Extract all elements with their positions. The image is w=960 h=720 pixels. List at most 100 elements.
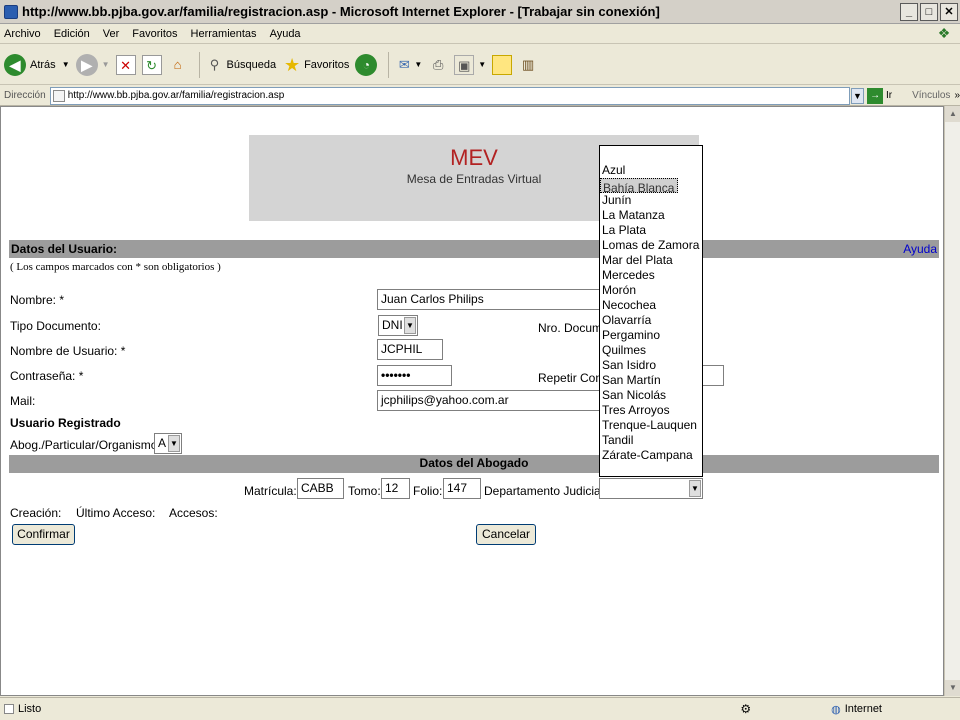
dropdown-option[interactable]: San Isidro bbox=[600, 358, 702, 373]
dropdown-option[interactable]: Bahía Blanca bbox=[600, 178, 679, 195]
folio-input[interactable]: 147 bbox=[443, 478, 481, 499]
status-text: Listo bbox=[18, 703, 42, 715]
required-note: ( Los campos marcados con * son obligato… bbox=[10, 261, 221, 273]
forward-arrow-icon: ▶ bbox=[75, 53, 98, 76]
menu-ver[interactable]: Ver bbox=[103, 28, 120, 40]
links-label[interactable]: Vínculos bbox=[912, 90, 950, 101]
vertical-scrollbar[interactable]: ▲ ▼ bbox=[944, 106, 960, 696]
menu-favoritos[interactable]: Favoritos bbox=[132, 28, 177, 40]
star-icon: ★ bbox=[284, 54, 301, 75]
edit-icon: ▣ bbox=[454, 54, 475, 75]
windows-logo-icon: ❖ bbox=[937, 25, 951, 41]
abog-label: Abog./Particular/Organismo: bbox=[10, 438, 161, 452]
dropdown-option[interactable]: San Nicolás bbox=[600, 388, 702, 403]
address-url: http://www.bb.pjba.gov.ar/familia/regist… bbox=[67, 90, 285, 101]
depto-judicial-label: Departamento Judicial: bbox=[484, 484, 607, 498]
dropdown-option[interactable]: San Martín bbox=[600, 373, 702, 388]
abog-select[interactable]: A ▼ bbox=[154, 433, 182, 454]
folio-label: Folio: bbox=[413, 484, 443, 498]
menu-archivo[interactable]: Archivo bbox=[4, 28, 41, 40]
minimize-button[interactable]: _ bbox=[900, 2, 918, 21]
back-button[interactable]: ◀ Atrás ▼ bbox=[4, 53, 70, 76]
usuario-input[interactable]: JCPHIL bbox=[377, 339, 443, 360]
close-button[interactable]: ✕ bbox=[940, 2, 958, 21]
edit-button[interactable]: ▣ ▼ bbox=[454, 54, 487, 75]
nombre-input[interactable]: Juan Carlos Philips bbox=[377, 289, 605, 310]
chevron-down-icon: ▼ bbox=[414, 60, 423, 69]
repeat-password-input[interactable] bbox=[701, 365, 724, 386]
dropdown-option[interactable]: Mar del Plata bbox=[600, 253, 702, 268]
tomo-input[interactable]: 12 bbox=[381, 478, 410, 499]
refresh-button[interactable]: ↻ bbox=[141, 54, 162, 75]
dropdown-option[interactable]: Tres Arroyos bbox=[600, 403, 702, 418]
notes-icon bbox=[492, 54, 513, 75]
menu-bar: Archivo Edición Ver Favoritos Herramient… bbox=[0, 24, 960, 44]
chevron-down-icon: ▼ bbox=[101, 60, 110, 69]
dropdown-option[interactable]: Zárate-Campana bbox=[600, 448, 702, 463]
menu-ayuda[interactable]: Ayuda bbox=[270, 28, 301, 40]
scroll-up-icon[interactable]: ▲ bbox=[945, 106, 960, 122]
mail-button[interactable]: ✉ ▼ bbox=[394, 55, 422, 75]
tipo-documento-select[interactable]: DNI ▼ bbox=[378, 315, 418, 336]
dropdown-option[interactable]: Lomas de Zamora bbox=[600, 238, 702, 253]
lawyer-section-bar: Datos del Abogado bbox=[9, 455, 939, 473]
chevron-right-icon[interactable]: » bbox=[954, 90, 960, 101]
dropdown-option[interactable]: Azul bbox=[600, 163, 702, 178]
print-button[interactable]: ⎙ bbox=[428, 55, 448, 75]
confirm-button[interactable]: Confirmar bbox=[12, 524, 75, 545]
accesos-label: Accesos: bbox=[169, 506, 218, 520]
scroll-down-icon[interactable]: ▼ bbox=[945, 680, 960, 696]
back-label: Atrás bbox=[30, 58, 56, 71]
maximize-button[interactable]: □ bbox=[920, 2, 938, 21]
forward-button[interactable]: ▶ ▼ bbox=[75, 53, 110, 76]
mail-input[interactable]: jcphilips@yahoo.com.ar bbox=[377, 390, 605, 411]
dropdown-option[interactable]: La Matanza bbox=[600, 208, 702, 223]
dropdown-option[interactable]: Pergamino bbox=[600, 328, 702, 343]
history-icon: ◔ bbox=[355, 53, 378, 76]
home-icon: ⌂ bbox=[173, 56, 182, 72]
go-label[interactable]: Ir bbox=[886, 90, 892, 101]
dropdown-option[interactable]: Necochea bbox=[600, 298, 702, 313]
address-input[interactable]: http://www.bb.pjba.gov.ar/familia/regist… bbox=[49, 86, 850, 105]
dropdown-option[interactable]: Tandil bbox=[600, 433, 702, 448]
toolbar: ◀ Atrás ▼ ▶ ▼ ✕ ↻ ⌂ ⚲ Búsqueda ★ Favorit… bbox=[0, 45, 960, 85]
matricula-label: Matrícula: bbox=[244, 484, 297, 498]
home-button[interactable]: ⌂ bbox=[168, 55, 188, 75]
go-button[interactable]: → bbox=[867, 87, 883, 104]
research-button[interactable]: ▥ bbox=[518, 55, 538, 75]
dropdown-option[interactable]: Morón bbox=[600, 283, 702, 298]
print-icon: ⎙ bbox=[433, 56, 444, 72]
status-bar: Listo ⚙ ◍ Internet bbox=[0, 697, 960, 720]
password-input[interactable]: ••••••• bbox=[377, 365, 452, 386]
back-arrow-icon: ◀ bbox=[4, 53, 26, 76]
help-link[interactable]: Ayuda bbox=[903, 242, 937, 256]
favorites-button[interactable]: ★ Favoritos bbox=[282, 55, 349, 75]
menu-herramientas[interactable]: Herramientas bbox=[191, 28, 257, 40]
search-button[interactable]: ⚲ Búsqueda bbox=[205, 55, 276, 75]
stop-button[interactable]: ✕ bbox=[115, 54, 136, 75]
history-button[interactable]: ◔ bbox=[355, 53, 378, 76]
menu-edicion[interactable]: Edición bbox=[54, 28, 90, 40]
dropdown-option[interactable]: Olavarría bbox=[600, 313, 702, 328]
dropdown-option[interactable]: Quilmes bbox=[600, 343, 702, 358]
favorites-label: Favoritos bbox=[304, 58, 350, 71]
cancel-button[interactable]: Cancelar bbox=[476, 524, 536, 545]
dropdown-option[interactable]: La Plata bbox=[600, 223, 702, 238]
matricula-input[interactable]: CABB bbox=[297, 478, 344, 499]
depto-judicial-select[interactable]: ▼ bbox=[599, 478, 703, 499]
page-icon bbox=[4, 704, 14, 714]
repeat-password-label: Repetir Cont bbox=[538, 371, 606, 385]
page-content: MEV Mesa de Entradas Virtual Datos del U… bbox=[0, 106, 944, 696]
usuario-label: Nombre de Usuario: * bbox=[10, 344, 126, 358]
mail-label: Mail: bbox=[10, 394, 36, 408]
address-dropdown-button[interactable]: ▼ bbox=[850, 87, 865, 104]
window-title: http://www.bb.pjba.gov.ar/familia/regist… bbox=[22, 4, 660, 19]
chevron-down-icon: ▼ bbox=[478, 60, 487, 69]
ie-icon bbox=[4, 4, 18, 19]
books-icon: ▥ bbox=[522, 56, 535, 72]
dropdown-option[interactable]: Trenque-Lauquen bbox=[600, 418, 702, 433]
notes-button[interactable] bbox=[492, 54, 513, 75]
depto-judicial-dropdown-list[interactable]: AzulBahía BlancaDoloresJunínLa MatanzaLa… bbox=[599, 145, 703, 477]
dropdown-option[interactable]: Mercedes bbox=[600, 268, 702, 283]
ultimo-acceso-label: Último Acceso: bbox=[76, 506, 156, 520]
